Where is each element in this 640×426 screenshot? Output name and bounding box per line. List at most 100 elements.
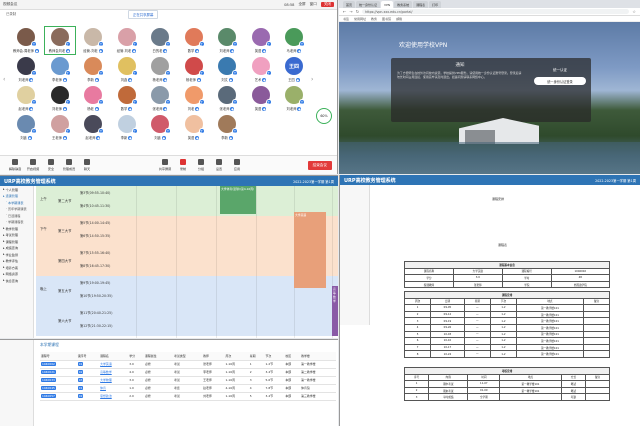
mic-icon: ● [128, 135, 133, 140]
table-row[interactable]: 1040002 01 大学英语 3.0 必修 考试 张老师 1-16周 1 1-2节 本部 第一教学楼 [40, 360, 336, 369]
participant-tile[interactable]: 主刘老 ● [178, 84, 210, 113]
participant-tile[interactable]: 主刘老师 ● [211, 26, 243, 55]
cell-value: 4.0 [129, 370, 134, 374]
course-block[interactable]: 大学英语 [294, 212, 326, 288]
participant-tile[interactable]: 主教师会-周老师 ● [10, 26, 42, 55]
back-icon[interactable]: ← [343, 9, 346, 14]
participant-tile[interactable]: 主英语 ● [245, 26, 277, 55]
participant-tile[interactable]: 主刘老师 ● [10, 55, 42, 84]
table-row[interactable]: 1040033 03 大学物理 3.0 必修 考试 王老师 1-16周 3 5-6节 本部 第一教学楼 [40, 376, 336, 385]
course-link[interactable]: 高等数学 [100, 370, 112, 374]
participant-tile[interactable]: 主杨老师 ● [178, 55, 210, 84]
participant-tile[interactable]: 主数学 ● [178, 26, 210, 55]
participant-tile[interactable]: 主张老师 ● [211, 84, 243, 113]
browser-tab[interactable]: 打印 [429, 1, 442, 8]
participant-tile[interactable]: 主李新 ● [111, 113, 143, 142]
participant-tile[interactable]: 主杨老 ● [77, 84, 109, 113]
toolbar-button[interactable]: 分组 [192, 159, 210, 171]
participant-tile[interactable]: 主张老师 ● [144, 84, 176, 113]
browser-tab[interactable]: VPN [381, 1, 394, 8]
course-link[interactable]: 大学英语 [100, 362, 112, 366]
bookmark-item[interactable]: 邮箱 [396, 17, 402, 21]
url-field[interactable]: https://vpn.xxx.edu.cn/portal/ [362, 9, 630, 14]
course-link[interactable]: 体育 [100, 386, 106, 390]
table-cell: 体育馆 [300, 384, 336, 393]
participant-tile[interactable]: 主李老师 ● [44, 55, 76, 84]
participant-tile[interactable]: 主李新 ● [77, 55, 109, 84]
toolbar-label: 开启视频 [26, 167, 40, 171]
course-link[interactable]: 大学物理 [100, 378, 112, 382]
bookmark-item[interactable]: 图书馆 [382, 17, 391, 21]
participant-tile[interactable]: 主白的老 ● [144, 26, 176, 55]
bookmark-item[interactable]: 教务 [371, 17, 377, 21]
toolbar-button[interactable]: 设置 [210, 159, 228, 171]
table-cell: 第一教学楼101 [499, 386, 562, 395]
participant-tile[interactable]: 主刘老师 ● [44, 84, 76, 113]
participant-tile[interactable]: 主李新 ● [211, 113, 243, 142]
fullscreen-button[interactable]: 全屏 [298, 2, 305, 7]
column-header: 备注 [582, 297, 611, 306]
toolbar-button[interactable]: 共享屏幕 [156, 159, 174, 171]
window-button[interactable]: 窗口 [310, 2, 317, 7]
sso-login-button[interactable]: 统一身份认证登录 [534, 77, 586, 85]
table-row[interactable]: 1040021 02 高等数学 4.0 必修 考试 李老师 1-16周 2 3-4节 本部 第二教学楼 [40, 368, 336, 377]
participant-tile[interactable]: 主刘鑫 ● [144, 113, 176, 142]
column-header: 课程名 [99, 352, 129, 361]
toolbar-button[interactable]: 解除静音 [6, 159, 24, 171]
participant-tile[interactable]: 主经管-刘老 ● [77, 26, 109, 55]
participant-tile[interactable]: 主王老师 ● [44, 113, 76, 142]
participant-tile[interactable]: 主艺术 ● [245, 55, 277, 84]
toolbar-button[interactable]: 安全 [42, 159, 60, 171]
participant-tile[interactable]: 主英语 ● [245, 84, 277, 113]
participant-tile[interactable]: 主马老师 ● [278, 26, 310, 55]
avatar: 主 [184, 28, 205, 47]
participant-tile[interactable]: 主赵老师 ● [77, 113, 109, 142]
prev-page-icon[interactable]: ‹ [3, 76, 5, 83]
browser-tab[interactable]: 课程表 [413, 1, 429, 8]
table-cell: 第三教学楼 [300, 392, 336, 401]
table-cell: 10-17 [430, 343, 465, 352]
participant-tile[interactable]: 主刘老师 ● [278, 84, 310, 113]
table-cell: 1-2 [489, 323, 518, 332]
reload-icon[interactable]: ↻ [356, 9, 359, 14]
toolbar-button[interactable]: 管理成员 [60, 159, 78, 171]
browser-tab[interactable]: 统一身份认证 [356, 1, 381, 8]
mic-icon: ● [66, 48, 71, 53]
course-block[interactable]: 大学体育(篮球)(第4-16周) [220, 186, 256, 214]
bookmark-item[interactable]: 常用网址 [354, 17, 366, 21]
next-page-icon[interactable]: › [311, 76, 313, 83]
table-row[interactable]: 1040045 01 体育 1.0 必修 考查 赵老师 4-16周 4 7-8节 本部 体育馆 [40, 384, 336, 393]
star-icon[interactable]: ☆ [632, 9, 636, 14]
close-button[interactable]: 关闭 [320, 2, 334, 7]
participant-tile[interactable]: 主经管-刘老 ● [111, 26, 143, 55]
participant-name: 白的老 [152, 49, 163, 53]
participant-tile[interactable]: 主教师会刘老 ● [43, 26, 76, 55]
participant-tile[interactable]: 主刘鑫 ● [10, 113, 42, 142]
participant-tile[interactable]: 王四 王四 ● [278, 55, 310, 84]
participant-tile[interactable]: 主赵老师 ● [10, 84, 42, 113]
toolbar-button[interactable]: 聊天 [78, 159, 96, 171]
participant-name: 经管-刘老 [83, 49, 98, 53]
participant-tile[interactable]: 主刘文 ● [211, 55, 243, 84]
sidebar-item[interactable]: ▸ 信息查询 [0, 277, 33, 284]
toolbar-button[interactable]: 录制 [174, 159, 192, 171]
table-cell: 1 [403, 380, 430, 388]
time-slot: 第8节(16:45-17:30) [80, 264, 111, 268]
bookmark-item[interactable]: 书签 [343, 17, 349, 21]
table-row[interactable]: 1040057 02 思想政治 2.0 必修 考试 刘老师 1-16周 5 3-4节 本部 第三教学楼 [40, 392, 336, 401]
table-cell: 考勤 [560, 393, 586, 401]
toolbar-button[interactable]: 开启视频 [24, 159, 42, 171]
participant-tile[interactable]: 主刘鑫 ● [111, 55, 143, 84]
toolbar-button[interactable]: 应用 [228, 159, 246, 171]
browser-tab[interactable]: 教务系统 [394, 1, 413, 8]
participant-tile[interactable]: 主数学 ● [111, 84, 143, 113]
time-slot: 第11节(20:40-21:25) [80, 311, 113, 315]
end-meeting-button[interactable]: 结束会议 [307, 160, 332, 170]
participant-tile[interactable]: 主杨老师 ● [144, 55, 176, 84]
course-block[interactable]: 高等数学 [332, 286, 338, 336]
host-badge-icon: 主 [98, 128, 104, 134]
forward-icon[interactable]: → [349, 9, 352, 14]
course-link[interactable]: 思想政治 [100, 394, 112, 398]
participant-tile[interactable]: 主英语 ● [178, 113, 210, 142]
browser-tab[interactable]: 首页 [343, 1, 356, 8]
